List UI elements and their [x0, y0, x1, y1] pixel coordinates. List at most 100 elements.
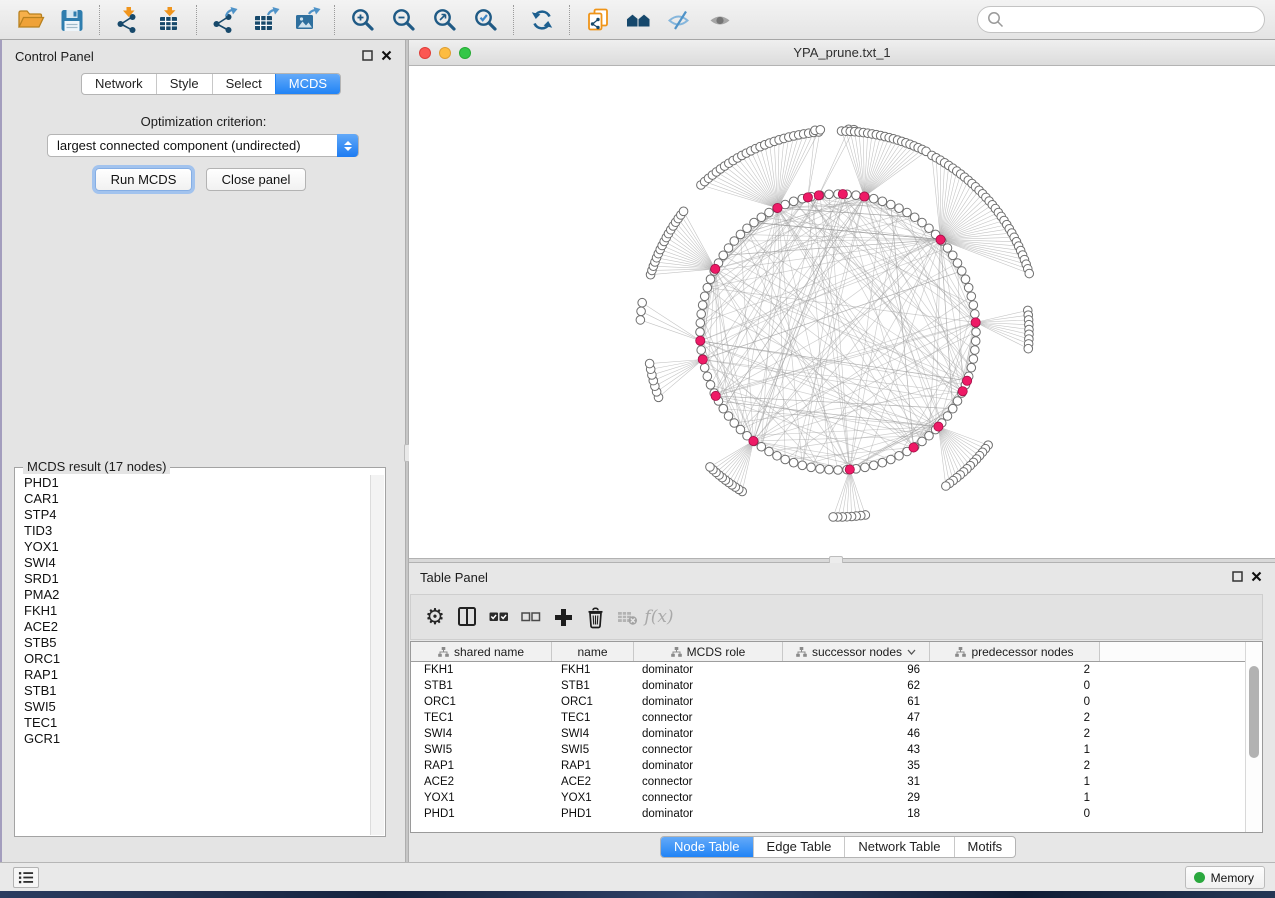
table-row[interactable]: FKH1FKH1dominator962 [411, 662, 1245, 678]
show-hide-columns-button[interactable] [451, 599, 483, 635]
table-cell: 0 [930, 806, 1100, 822]
table-row[interactable]: ORC1ORC1dominator610 [411, 694, 1245, 710]
table-row[interactable]: STB1STB1dominator620 [411, 678, 1245, 694]
tab-network-table[interactable]: Network Table [844, 837, 953, 857]
table-cell: dominator [634, 758, 783, 774]
mcds-result-item[interactable]: GCR1 [16, 731, 370, 747]
table-cell: YOX1 [411, 790, 552, 806]
table-row[interactable]: YOX1YOX1connector291 [411, 790, 1245, 806]
create-column-button[interactable] [547, 599, 579, 635]
column-header-mcds-role[interactable]: MCDS role [634, 642, 783, 661]
mcds-result-item[interactable]: CAR1 [16, 491, 370, 507]
table-row[interactable]: PHD1PHD1dominator180 [411, 806, 1245, 822]
column-header-name[interactable]: name [552, 642, 634, 661]
column-label: shared name [454, 645, 524, 659]
mcds-result-item[interactable]: FKH1 [16, 603, 370, 619]
table-cell: 96 [783, 662, 930, 678]
zoom-fit-button[interactable] [424, 3, 465, 37]
scrollbar-thumb[interactable] [1249, 666, 1259, 758]
search-input[interactable] [1010, 11, 1255, 28]
table-row[interactable]: SWI5SWI5connector431 [411, 742, 1245, 758]
table-scrollbar[interactable] [1245, 642, 1262, 832]
mcds-result-item[interactable]: PMA2 [16, 587, 370, 603]
table-cell: 35 [783, 758, 930, 774]
mcds-result-item[interactable]: SWI5 [16, 699, 370, 715]
delete-columns-button[interactable] [579, 599, 611, 635]
mcds-result-item[interactable]: STP4 [16, 507, 370, 523]
network-titlebar[interactable]: YPA_prune.txt_1 [409, 40, 1275, 66]
mcds-result-item[interactable]: YOX1 [16, 539, 370, 555]
zoom-selected-button[interactable] [465, 3, 506, 37]
show-all-button[interactable] [700, 3, 741, 37]
tab-motifs[interactable]: Motifs [954, 837, 1016, 857]
open-session-button[interactable] [10, 3, 51, 37]
close-panel-button[interactable]: Close panel [206, 168, 306, 191]
delete-table-button[interactable] [611, 599, 643, 635]
float-window-icon[interactable] [1232, 571, 1243, 582]
mcds-result-item[interactable]: STB5 [16, 635, 370, 651]
import-network-button[interactable] [107, 3, 148, 37]
mcds-result-item[interactable]: STB1 [16, 683, 370, 699]
mcds-result-item[interactable]: SRD1 [16, 571, 370, 587]
zoom-out-button[interactable] [383, 3, 424, 37]
tab-select[interactable]: Select [212, 74, 275, 94]
export-image-button[interactable] [286, 3, 327, 37]
first-neighbors-button[interactable] [618, 3, 659, 37]
tab-style[interactable]: Style [156, 74, 212, 94]
column-header-shared-name[interactable]: shared name [411, 642, 552, 661]
export-network-button[interactable] [204, 3, 245, 37]
save-session-button[interactable] [51, 3, 92, 37]
mcds-list-scrollbar[interactable] [370, 475, 384, 835]
network-from-selection-button[interactable] [577, 3, 618, 37]
column-header-predecessor-nodes[interactable]: predecessor nodes [930, 642, 1100, 661]
mcds-result-item[interactable]: ORC1 [16, 651, 370, 667]
task-history-button[interactable] [13, 867, 39, 888]
memory-button[interactable]: Memory [1185, 866, 1265, 889]
table-row[interactable]: TEC1TEC1connector472 [411, 710, 1245, 726]
mcds-result-groupbox: MCDS result (17 nodes) PHD1CAR1STP4TID3Y… [14, 467, 386, 837]
criterion-dropdown[interactable]: largest connected component (undirected) [47, 134, 359, 157]
zoom-in-button[interactable] [342, 3, 383, 37]
criterion-value: largest connected component (undirected) [57, 138, 301, 153]
table-cell: ORC1 [411, 694, 552, 710]
table-cell: SWI5 [411, 742, 552, 758]
table-cell: 31 [783, 774, 930, 790]
network-canvas[interactable] [409, 66, 1275, 558]
table-mode-button[interactable]: ⚙ [419, 599, 451, 635]
table-cell: TEC1 [552, 710, 634, 726]
export-table-button[interactable] [245, 3, 286, 37]
dropdown-stepper-icon [337, 134, 358, 157]
tab-edge-table[interactable]: Edge Table [753, 837, 845, 857]
mcds-result-item[interactable]: PHD1 [16, 475, 370, 491]
deselect-all-button[interactable] [515, 599, 547, 635]
column-header-successor-nodes[interactable]: successor nodes [783, 642, 930, 661]
function-builder-button[interactable]: f(x) [643, 599, 675, 635]
table-cell: 47 [783, 710, 930, 726]
tab-mcds[interactable]: MCDS [275, 74, 340, 94]
tab-network[interactable]: Network [82, 74, 156, 94]
table-cell: 2 [930, 710, 1100, 726]
tab-node-table[interactable]: Node Table [661, 837, 753, 857]
export-image-icon [293, 7, 321, 33]
mcds-result-item[interactable]: TEC1 [16, 715, 370, 731]
import-table-button[interactable] [148, 3, 189, 37]
search-box [977, 6, 1265, 33]
apply-layout-button[interactable] [521, 3, 562, 37]
table-row[interactable]: ACE2ACE2connector311 [411, 774, 1245, 790]
close-panel-icon[interactable] [381, 50, 392, 61]
table-cell: 29 [783, 790, 930, 806]
select-all-button[interactable] [483, 599, 515, 635]
close-panel-icon[interactable] [1251, 571, 1262, 582]
table-row[interactable]: RAP1RAP1dominator352 [411, 758, 1245, 774]
hide-selected-button[interactable] [659, 3, 700, 37]
mcds-result-item[interactable]: TID3 [16, 523, 370, 539]
mcds-result-item[interactable]: RAP1 [16, 667, 370, 683]
table-cell: 0 [930, 678, 1100, 694]
mcds-result-item[interactable]: SWI4 [16, 555, 370, 571]
mcds-result-item[interactable]: ACE2 [16, 619, 370, 635]
run-mcds-button[interactable]: Run MCDS [95, 168, 192, 191]
table-row[interactable]: SWI4SWI4dominator462 [411, 726, 1245, 742]
table-cell: SWI4 [411, 726, 552, 742]
float-window-icon[interactable] [362, 50, 373, 61]
optimization-criterion-label: Optimization criterion: [2, 114, 405, 129]
